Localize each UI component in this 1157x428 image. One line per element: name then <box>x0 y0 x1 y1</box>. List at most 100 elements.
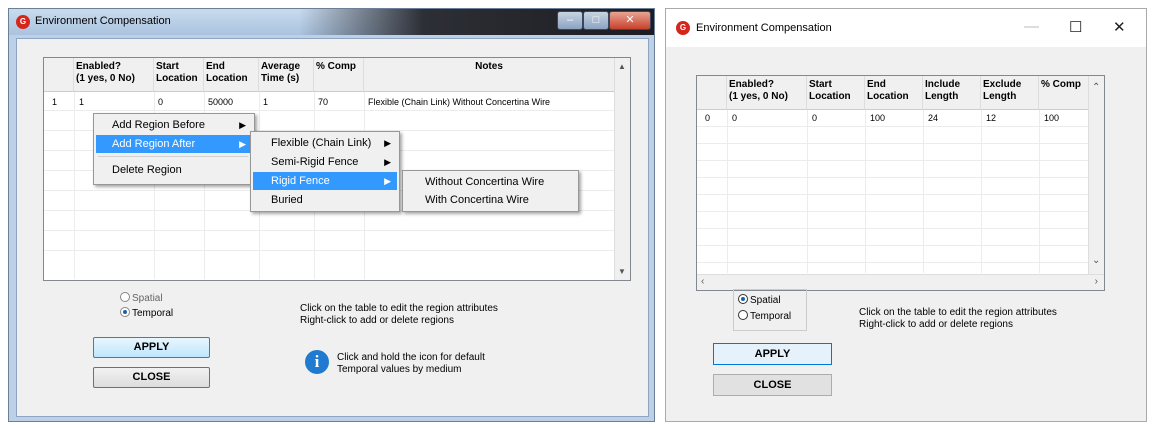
right-close-button[interactable]: CLOSE <box>713 374 832 396</box>
menu-item-flexible-chain-link[interactable]: Flexible (Chain Link) ▶ <box>253 134 397 152</box>
menu-item-buried[interactable]: Buried <box>253 191 397 209</box>
left-minimize-button[interactable]: – <box>557 11 583 30</box>
app-logo-icon: G <box>676 21 690 35</box>
right-horizontal-scrollbar[interactable]: ‹ › <box>697 274 1104 290</box>
menu-item-semi-rigid-fence[interactable]: Semi-Rigid Fence ▶ <box>253 153 397 171</box>
column-header-start-location[interactable]: Start Location <box>154 58 204 92</box>
right-mode-radio-group: Spatial Temporal <box>733 289 807 331</box>
menu-item-add-region-before[interactable]: Add Region Before ▶ <box>96 116 252 134</box>
menu-item-label: Add Region After <box>112 138 196 150</box>
radio-indicator <box>738 310 748 320</box>
radio-temporal[interactable]: Temporal <box>120 307 173 319</box>
grid-line <box>807 110 808 273</box>
cell-end-location[interactable]: 100 <box>870 113 885 123</box>
radio-temporal[interactable]: Temporal <box>738 310 791 322</box>
menu-item-without-concertina-wire[interactable]: Without Concertina Wire <box>405 173 576 191</box>
right-close-window-button[interactable]: ✕ <box>1113 18 1126 36</box>
grid-line <box>44 250 615 251</box>
menu-item-label: Flexible (Chain Link) <box>271 137 372 149</box>
column-header-end-location[interactable]: End Location <box>204 58 259 92</box>
info-line: Temporal values by medium <box>337 364 462 375</box>
column-header-percent-comp[interactable]: % Comp <box>314 58 364 92</box>
cell-exclude-length[interactable]: 12 <box>986 113 996 123</box>
cell-enabled[interactable]: 0 <box>732 113 737 123</box>
chevron-down-icon[interactable]: ▼ <box>618 267 626 276</box>
left-vertical-scrollbar[interactable]: ▲ ▼ <box>614 58 630 280</box>
menu-item-label: Delete Region <box>112 164 182 176</box>
cell-percent-comp[interactable]: 70 <box>318 97 328 107</box>
right-title-bar[interactable]: G Environment Compensation — ☐ ✕ <box>666 9 1146 47</box>
left-title-bar[interactable]: G Environment Compensation – □ ✕ <box>9 9 654 35</box>
menu-item-rigid-fence[interactable]: Rigid Fence ▶ <box>253 172 397 190</box>
column-header-end-location[interactable]: End Location <box>865 76 923 110</box>
cell-include-length[interactable]: 24 <box>928 113 938 123</box>
menu-item-label: Rigid Fence <box>271 175 330 187</box>
column-header-include-length[interactable]: Include Length <box>923 76 981 110</box>
cell-enabled[interactable]: 1 <box>79 97 84 107</box>
left-window-title: Environment Compensation <box>35 15 171 27</box>
radio-spatial[interactable]: Spatial <box>120 292 163 304</box>
menu-item-label: Add Region Before <box>112 119 205 131</box>
info-icon[interactable]: i <box>305 350 329 374</box>
grid-line <box>697 160 1089 161</box>
chevron-right-icon[interactable]: › <box>1095 276 1098 287</box>
right-window: G Environment Compensation — ☐ ✕ Enabled… <box>665 8 1147 422</box>
column-header-start-location[interactable]: Start Location <box>807 76 865 110</box>
menu-item-add-region-after[interactable]: Add Region After ▶ <box>96 135 252 153</box>
radio-spatial[interactable]: Spatial <box>738 294 781 306</box>
column-header-enabled[interactable]: Enabled? (1 yes, 0 No) <box>74 58 154 92</box>
cell-end-location[interactable]: 50000 <box>208 97 233 107</box>
left-info-text: Click and hold the icon for default Temp… <box>337 352 485 376</box>
app-logo-icon: G <box>16 15 30 29</box>
grid-line <box>697 262 1089 263</box>
right-region-table[interactable]: Enabled? (1 yes, 0 No) Start Location En… <box>696 75 1105 291</box>
menu-item-label: Semi-Rigid Fence <box>271 156 359 168</box>
radio-label: Temporal <box>132 308 174 319</box>
cell-start-location[interactable]: 0 <box>812 113 817 123</box>
grid-line <box>697 143 1089 144</box>
grid-line <box>697 194 1089 195</box>
right-vertical-scrollbar[interactable]: ⌃ ⌄ <box>1088 76 1104 274</box>
grid-line <box>923 110 924 273</box>
menu-item-delete-region[interactable]: Delete Region <box>96 161 252 179</box>
right-minimize-button[interactable]: — <box>1024 18 1039 35</box>
info-line: Click and hold the icon for default <box>337 352 485 363</box>
cell-start-location[interactable]: 0 <box>158 97 163 107</box>
hint-line: Click on the table to edit the region at… <box>859 307 1057 318</box>
row-index: 0 <box>705 113 711 123</box>
column-header-notes[interactable]: Notes <box>364 58 615 92</box>
column-header-average-time[interactable]: Average Time (s) <box>259 58 314 92</box>
right-hint-text: Click on the table to edit the region at… <box>859 307 1057 331</box>
chevron-up-icon[interactable]: ▲ <box>618 62 626 71</box>
left-close-button[interactable]: CLOSE <box>93 367 210 388</box>
radio-label: Spatial <box>750 295 781 306</box>
cell-average-time[interactable]: 1 <box>263 97 268 107</box>
triangle-right-icon: ▶ <box>384 176 391 186</box>
triangle-right-icon: ▶ <box>239 139 246 149</box>
left-close-window-button[interactable]: ✕ <box>609 11 651 30</box>
right-maximize-button[interactable]: ☐ <box>1069 18 1082 36</box>
grid-line <box>44 110 615 111</box>
left-apply-button[interactable]: APPLY <box>93 337 210 358</box>
triangle-right-icon: ▶ <box>239 120 246 130</box>
chevron-down-icon[interactable]: ⌄ <box>1092 255 1100 266</box>
hint-line: Click on the table to edit the region at… <box>300 303 498 314</box>
grid-line <box>697 211 1089 212</box>
radio-indicator <box>120 307 130 317</box>
radio-label: Temporal <box>750 311 792 322</box>
menu-item-with-concertina-wire[interactable]: With Concertina Wire <box>405 191 576 209</box>
chevron-up-icon[interactable]: ⌃ <box>1092 82 1100 93</box>
column-header-enabled[interactable]: Enabled? (1 yes, 0 No) <box>727 76 807 110</box>
grid-line <box>697 228 1089 229</box>
column-header-exclude-length[interactable]: Exclude Length <box>981 76 1039 110</box>
chevron-left-icon[interactable]: ‹ <box>701 276 704 287</box>
left-hint-text: Click on the table to edit the region at… <box>300 303 498 327</box>
cell-notes[interactable]: Flexible (Chain Link) Without Concertina… <box>368 97 550 107</box>
cell-percent-comp[interactable]: 100 <box>1044 113 1059 123</box>
grid-line <box>697 177 1089 178</box>
radio-indicator <box>738 294 748 304</box>
column-header-percent-comp[interactable]: % Comp <box>1039 76 1089 110</box>
right-apply-button[interactable]: APPLY <box>713 343 832 365</box>
triangle-right-icon: ▶ <box>384 138 391 148</box>
left-maximize-button[interactable]: □ <box>583 11 609 30</box>
